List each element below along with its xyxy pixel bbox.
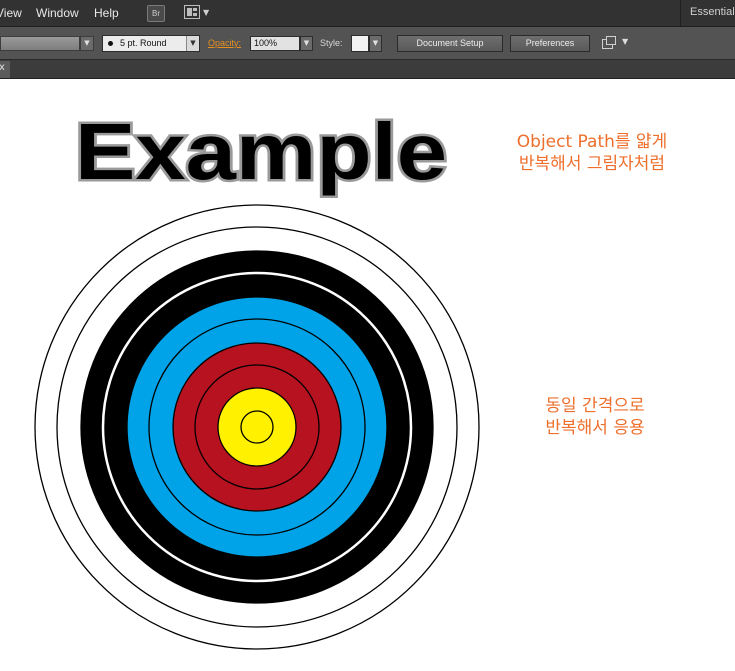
opacity-label[interactable]: Opacity:	[208, 38, 241, 48]
brush-dot-icon	[108, 41, 113, 46]
note-shadow-path: Object Path를 얇게 반복해서 그림자처럼	[492, 131, 692, 175]
chevron-down-icon[interactable]: ▼	[622, 37, 628, 46]
preferences-button[interactable]: Preferences	[510, 35, 590, 52]
document-setup-button[interactable]: Document Setup	[397, 35, 503, 52]
note-line: 반복해서 그림자처럼	[518, 154, 666, 174]
note-line: Object Path를 얇게	[516, 132, 668, 152]
note-line: 동일 간격으로	[545, 396, 645, 416]
bridge-button[interactable]: Br	[147, 5, 165, 22]
opacity-dropdown[interactable]: ▼	[300, 36, 313, 51]
control-bar: ▼ 5 pt. Round ▼ Opacity: 100% ▼ Style: ▼…	[0, 27, 735, 60]
opacity-input[interactable]: 100%	[250, 36, 300, 51]
close-icon[interactable]: x	[0, 62, 5, 73]
example-heading[interactable]: Example	[73, 105, 450, 199]
menu-help[interactable]: Help	[94, 6, 119, 20]
arrange-documents-button[interactable]: ▼	[184, 5, 210, 21]
brush-definition-value: 5 pt. Round	[120, 38, 167, 48]
arrange-icon[interactable]	[601, 36, 617, 50]
note-line: 반복해서 응용	[545, 418, 645, 438]
arrange-documents-icon	[184, 5, 200, 19]
graphic-style-swatch[interactable]	[351, 35, 369, 52]
target-ring-yellow-inner[interactable]	[240, 410, 274, 444]
artboard-canvas[interactable]: Example Object Path를 얇게 반복해서 그림자처럼 동일 간격…	[0, 79, 735, 671]
document-tab[interactable]: x	[0, 61, 10, 78]
menu-window[interactable]: Window	[36, 6, 79, 20]
brush-definition-select[interactable]: 5 pt. Round ▼	[102, 35, 200, 52]
chevron-down-icon: ▼	[203, 8, 210, 17]
chevron-down-icon: ▼	[186, 36, 199, 51]
document-tab-bar: x	[0, 60, 735, 79]
workspace-switcher[interactable]: Essentials	[680, 0, 735, 27]
stroke-weight-field[interactable]	[0, 36, 80, 51]
stroke-weight-dropdown[interactable]: ▼	[80, 36, 94, 51]
graphic-style-dropdown[interactable]: ▼	[369, 35, 382, 52]
archery-target[interactable]	[34, 204, 480, 650]
note-equal-spacing: 동일 간격으로 반복해서 응용	[515, 395, 675, 439]
menu-bar: View Window Help Br ▼ Essentials	[0, 0, 735, 27]
menu-view[interactable]: View	[0, 6, 22, 20]
style-label: Style:	[320, 38, 343, 48]
workspace-label: Essentials	[690, 6, 735, 18]
